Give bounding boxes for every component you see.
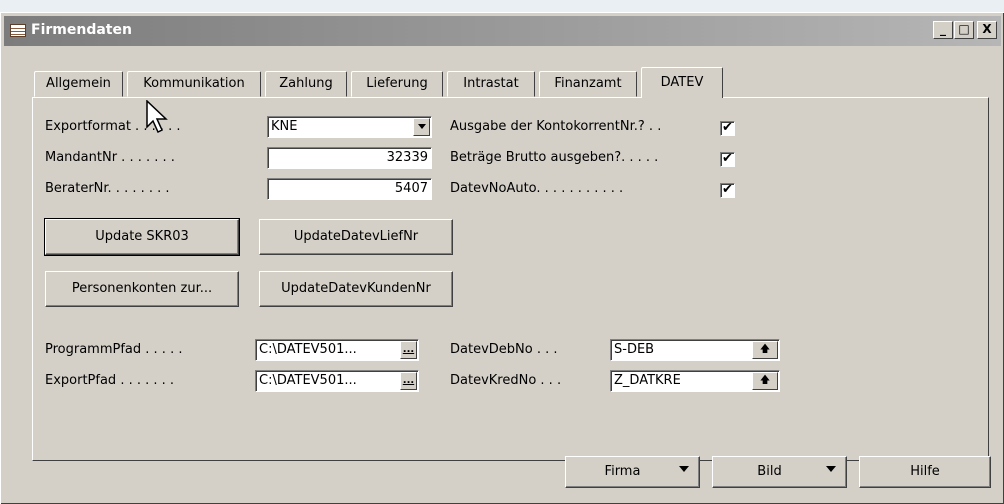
datev-deb-no-input[interactable]: S-DEB 🡅 [610,339,780,361]
betraege-brutto-checkbox[interactable]: ✔ [720,152,735,167]
export-pfad-value: C:\DATEV501... [259,373,357,388]
datev-kred-no-lookup-button[interactable]: 🡅 [752,372,778,390]
close-button[interactable]: X [977,21,997,39]
datev-no-auto-checkbox[interactable]: ✔ [720,183,735,198]
datev-deb-no-lookup-button[interactable]: 🡅 [752,341,778,359]
ausgabe-kontokorrent-label: Ausgabe der KontokorrentNr.? . . [450,119,662,134]
datev-kred-no-input[interactable]: Z_DATKRE 🡅 [610,370,780,392]
title-bar[interactable]: Firmendaten _ □ X [4,16,1001,46]
firma-menu-button[interactable]: Firma [565,456,700,488]
update-skr03-button[interactable]: Update SKR03 [44,218,240,256]
arrow-up-icon: 🡅 [759,344,771,355]
chevron-down-icon [417,123,426,129]
ellipsis-icon: ... [402,344,415,355]
export-pfad-label: ExportPfad . . . . . . . [45,373,175,388]
datev-kred-no-value: Z_DATKRE [614,373,681,388]
export-pfad-lookup-button[interactable]: ... [400,372,417,390]
tab-allgemein[interactable]: Allgemein [34,71,123,97]
mandantnr-input[interactable]: 32339 [267,147,432,169]
tab-zahlung[interactable]: Zahlung [265,71,347,97]
window-title: Firmendaten [31,22,132,38]
update-datev-lief-nr-button[interactable]: UpdateDatevLiefNr [259,219,453,255]
tab-intrastat[interactable]: Intrastat [447,71,535,97]
arrow-up-icon: 🡅 [759,375,771,386]
update-datev-kunden-nr-button[interactable]: UpdateDatevKundenNr [259,271,453,307]
exportformat-value: KNE [271,119,298,134]
tab-lieferung[interactable]: Lieferung [351,71,443,97]
beraternr-input[interactable]: 5407 [267,178,432,200]
chevron-down-icon [679,466,689,472]
exportformat-combo[interactable]: KNE [267,116,432,138]
tab-kommunikation[interactable]: Kommunikation [127,71,261,97]
export-pfad-input[interactable]: C:\DATEV501... ... [255,370,419,392]
firma-button-label: Firma [604,464,641,479]
programm-pfad-label: ProgrammPfad . . . . . [45,342,183,357]
mouse-pointer-icon [146,100,168,134]
datev-kred-no-label: DatevKredNo . . . [450,373,562,388]
beraternr-label: BeraterNr. . . . . . . . [45,181,170,196]
personenkonten-button[interactable]: Personenkonten zur... [45,271,239,307]
bild-menu-button[interactable]: Bild [712,456,847,488]
tab-finanzamt[interactable]: Finanzamt [539,71,637,97]
datev-no-auto-label: DatevNoAuto. . . . . . . . . . . [450,181,624,196]
programm-pfad-value: C:\DATEV501... [259,342,357,357]
minimize-button[interactable]: _ [933,21,953,39]
datev-deb-no-value: S-DEB [614,342,655,357]
datev-deb-no-label: DatevDebNo . . . [450,342,558,357]
table-icon [10,24,26,37]
bild-button-label: Bild [757,464,782,479]
hilfe-button[interactable]: Hilfe [859,456,991,488]
maximize-button[interactable]: □ [954,21,974,39]
ausgabe-kontokorrent-checkbox[interactable]: ✔ [720,121,735,136]
tab-datev[interactable]: DATEV [641,67,723,98]
chevron-down-icon [826,466,836,472]
ellipsis-icon: ... [402,375,415,386]
programm-pfad-input[interactable]: C:\DATEV501... ... [255,339,419,361]
exportformat-dropdown-button[interactable] [413,118,430,136]
mandantnr-label: MandantNr . . . . . . . [45,150,175,165]
programm-pfad-lookup-button[interactable]: ... [400,341,417,359]
firmendaten-window: Firmendaten _ □ X Allgemein Kommunikatio… [0,12,1004,504]
betraege-brutto-label: Beträge Brutto ausgeben?. . . . . [450,150,659,165]
